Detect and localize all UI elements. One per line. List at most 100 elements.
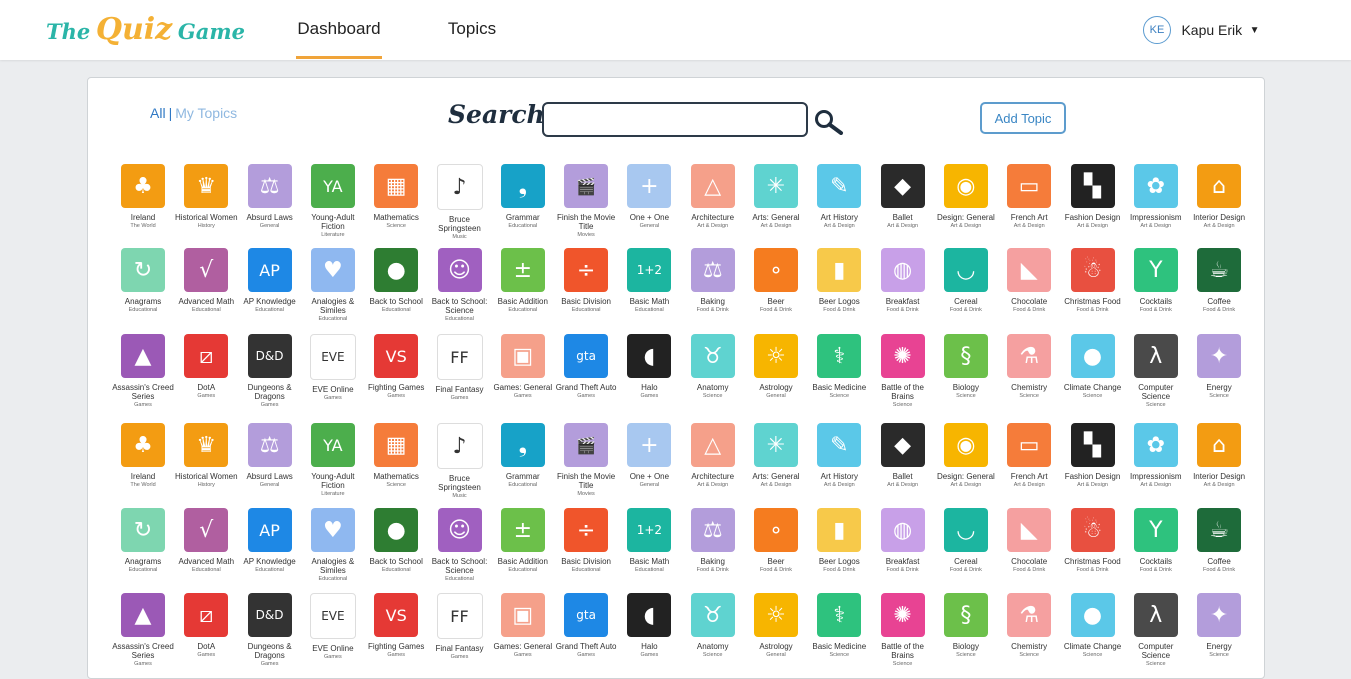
topic-tile[interactable]: ▮ Beer Logos Food & Drink [807, 248, 871, 314]
user-menu[interactable]: KE Kapu Erik ▼ [1143, 16, 1260, 44]
topic-tile[interactable]: ● Back to School Educational [364, 508, 428, 574]
topic-tile[interactable]: √ Advanced Math Educational [174, 248, 238, 314]
topic-tile[interactable]: ✎ Art History Art & Design [807, 423, 871, 489]
app-logo[interactable]: The Quiz Game [46, 12, 245, 48]
topic-tile[interactable]: ▣ Games: General Games [491, 334, 555, 400]
topic-tile[interactable]: ☺ Back to School: Science Educational [428, 508, 492, 583]
topic-tile[interactable]: AP AP Knowledge Educational [238, 508, 302, 574]
topic-tile[interactable]: ☃ Christmas Food Food & Drink [1061, 248, 1125, 314]
topic-tile[interactable]: ♥ Analogies & Similes Educational [301, 248, 365, 323]
topic-tile[interactable]: ▦ Mathematics Science [364, 164, 428, 230]
topic-tile[interactable]: ↻ Anagrams Educational [111, 508, 175, 574]
topic-tile[interactable]: ✿ Impressionism Art & Design [1124, 423, 1188, 489]
topic-tile[interactable]: ✳ Arts: General Art & Design [744, 164, 808, 230]
topic-tile[interactable]: EVE EVE Online Games [301, 334, 365, 402]
topic-tile[interactable]: ◆ Ballet Art & Design [871, 164, 935, 230]
topic-tile[interactable]: ◉ Design: General Art & Design [934, 423, 998, 489]
topic-tile[interactable]: ✺ Battle of the Brains Science [871, 334, 935, 409]
topic-tile[interactable]: 🎬 Finish the Movie Title Movies [554, 164, 618, 239]
topic-tile[interactable]: ◡ Cereal Food & Drink [934, 508, 998, 574]
topic-tile[interactable]: Y Cocktails Food & Drink [1124, 508, 1188, 574]
topic-tile[interactable]: gta Grand Theft Auto Games [554, 593, 618, 659]
topic-tile[interactable]: + One + One General [617, 423, 681, 489]
topic-tile[interactable]: ▭ French Art Art & Design [997, 164, 1061, 230]
topic-tile[interactable]: ◣ Chocolate Food & Drink [997, 508, 1061, 574]
topic-tile[interactable]: √ Advanced Math Educational [174, 508, 238, 574]
topic-tile[interactable]: FF Final Fantasy Games [428, 593, 492, 661]
topic-tile[interactable]: ♪ Bruce Springsteen Music [428, 164, 492, 241]
topic-tile[interactable]: ◍ Breakfast Food & Drink [871, 248, 935, 314]
topic-tile[interactable]: ÷ Basic Division Educational [554, 248, 618, 314]
topic-tile[interactable]: △ Architecture Art & Design [681, 423, 745, 489]
topic-tile[interactable]: ∘ Beer Food & Drink [744, 508, 808, 574]
topic-tile[interactable]: ⧄ DotA Games [174, 334, 238, 400]
topic-tile[interactable]: ◖ Halo Games [617, 334, 681, 400]
topic-tile[interactable]: ☼ Astrology General [744, 593, 808, 659]
topic-tile[interactable]: ◉ Design: General Art & Design [934, 164, 998, 230]
topic-tile[interactable]: ÷ Basic Division Educational [554, 508, 618, 574]
topic-tile[interactable]: ☺ Back to School: Science Educational [428, 248, 492, 323]
topic-tile[interactable]: ♉ Anatomy Science [681, 593, 745, 659]
topic-tile[interactable]: ● Back to School Educational [364, 248, 428, 314]
topic-tile[interactable]: ♣ Ireland The World [111, 423, 175, 489]
topic-tile[interactable]: EVE EVE Online Games [301, 593, 365, 661]
topic-tile[interactable]: ◍ Breakfast Food & Drink [871, 508, 935, 574]
filter-all-link[interactable]: All [150, 105, 166, 121]
topic-tile[interactable]: ◣ Chocolate Food & Drink [997, 248, 1061, 314]
topic-tile[interactable]: ✎ Art History Art & Design [807, 164, 871, 230]
topic-tile[interactable]: ◖ Halo Games [617, 593, 681, 659]
topic-tile[interactable]: VS Fighting Games Games [364, 334, 428, 400]
topic-tile[interactable]: VS Fighting Games Games [364, 593, 428, 659]
topic-tile[interactable]: § Biology Science [934, 593, 998, 659]
topic-tile[interactable]: ⚖ Absurd Laws General [238, 423, 302, 489]
topic-tile[interactable]: ● Climate Change Science [1061, 593, 1125, 659]
topic-tile[interactable]: ± Basic Addition Educational [491, 248, 555, 314]
topic-tile[interactable]: ♛ Historical Women History [174, 164, 238, 230]
topic-tile[interactable]: D&D Dungeons & Dragons Games [238, 334, 302, 409]
topic-tile[interactable]: ⌂ Interior Design Art & Design [1187, 164, 1251, 230]
filter-my-topics-link[interactable]: My Topics [175, 105, 237, 121]
topic-tile[interactable]: λ Computer Science Science [1124, 334, 1188, 409]
topic-tile[interactable]: YA Young-Adult Fiction Literature [301, 423, 365, 498]
topic-tile[interactable]: ✳ Arts: General Art & Design [744, 423, 808, 489]
search-icon[interactable] [813, 109, 845, 135]
topic-tile[interactable]: ⧄ DotA Games [174, 593, 238, 659]
topic-tile[interactable]: ● Climate Change Science [1061, 334, 1125, 400]
topic-tile[interactable]: Y Cocktails Food & Drink [1124, 248, 1188, 314]
topic-tile[interactable]: ⚖ Absurd Laws General [238, 164, 302, 230]
add-topic-button[interactable]: Add Topic [980, 102, 1066, 134]
topic-tile[interactable]: AP AP Knowledge Educational [238, 248, 302, 314]
topic-tile[interactable]: gta Grand Theft Auto Games [554, 334, 618, 400]
topic-tile[interactable]: ± Basic Addition Educational [491, 508, 555, 574]
topic-tile[interactable]: ☕ Coffee Food & Drink [1187, 248, 1251, 314]
topic-tile[interactable]: YA Young-Adult Fiction Literature [301, 164, 365, 239]
topic-tile[interactable]: ▦ Mathematics Science [364, 423, 428, 489]
topic-tile[interactable]: + One + One General [617, 164, 681, 230]
topic-tile[interactable]: ☃ Christmas Food Food & Drink [1061, 508, 1125, 574]
topic-tile[interactable]: ♛ Historical Women History [174, 423, 238, 489]
search-input[interactable] [542, 102, 808, 137]
topic-tile[interactable]: ▮ Beer Logos Food & Drink [807, 508, 871, 574]
topic-tile[interactable]: ♥ Analogies & Similes Educational [301, 508, 365, 583]
topic-tile[interactable]: ⚖ Baking Food & Drink [681, 248, 745, 314]
topic-tile[interactable]: ⚕ Basic Medicine Science [807, 334, 871, 400]
topic-tile[interactable]: ✿ Impressionism Art & Design [1124, 164, 1188, 230]
tab-dashboard[interactable]: Dashboard [296, 19, 382, 59]
topic-tile[interactable]: § Biology Science [934, 334, 998, 400]
topic-tile[interactable]: ⚖ Baking Food & Drink [681, 508, 745, 574]
topic-tile[interactable]: ♣ Ireland The World [111, 164, 175, 230]
topic-tile[interactable]: ▣ Games: General Games [491, 593, 555, 659]
topic-tile[interactable]: ⌂ Interior Design Art & Design [1187, 423, 1251, 489]
topic-tile[interactable]: ♉ Anatomy Science [681, 334, 745, 400]
tab-topics[interactable]: Topics [445, 19, 499, 59]
topic-tile[interactable]: 1+2 Basic Math Educational [617, 248, 681, 314]
topic-tile[interactable]: ∘ Beer Food & Drink [744, 248, 808, 314]
topic-tile[interactable]: ↻ Anagrams Educational [111, 248, 175, 314]
topic-tile[interactable]: ✦ Energy Science [1187, 593, 1251, 659]
topic-tile[interactable]: ◆ Ballet Art & Design [871, 423, 935, 489]
topic-tile[interactable]: ▚ Fashion Design Art & Design [1061, 423, 1125, 489]
topic-tile[interactable]: ❟ Grammar Educational [491, 164, 555, 230]
topic-tile[interactable]: ☼ Astrology General [744, 334, 808, 400]
topic-tile[interactable]: ☕ Coffee Food & Drink [1187, 508, 1251, 574]
topic-tile[interactable]: ♪ Bruce Springsteen Music [428, 423, 492, 500]
